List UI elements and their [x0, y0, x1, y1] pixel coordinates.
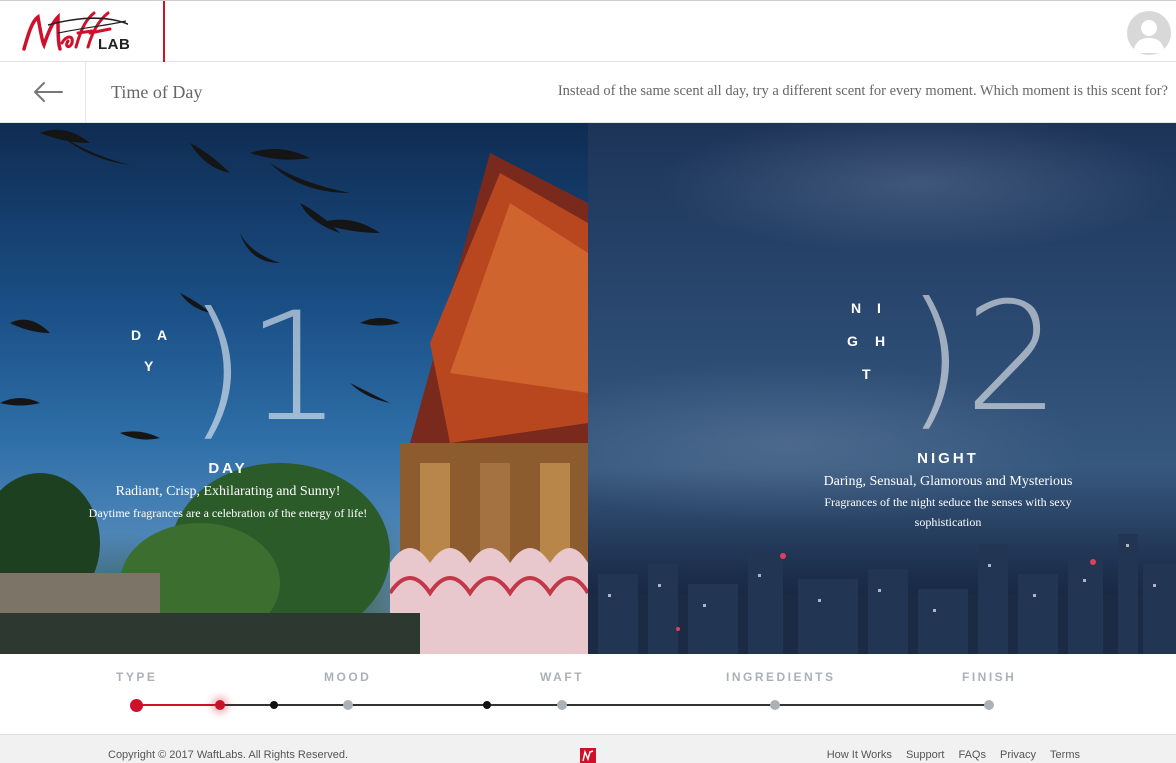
option-night-card[interactable]: N I G H T )2 NIGHT Daring, Sensual, Glam…	[588, 123, 1176, 654]
footer-links: How It Works Support FAQs Privacy Terms	[827, 749, 1080, 761]
night-letter-g: G	[847, 333, 860, 349]
night-subtitle: Daring, Sensual, Glamorous and Mysteriou…	[823, 474, 1073, 489]
step-label-waft[interactable]: WAFT	[540, 670, 584, 684]
back-button[interactable]	[0, 62, 86, 123]
night-description-line: Fragrances of the night seduce the sense…	[824, 495, 1072, 509]
step-label-type[interactable]: TYPE	[116, 670, 157, 684]
day-description: Daytime fragrances are a celebration of …	[88, 506, 368, 520]
arrow-left-icon	[34, 82, 63, 102]
day-letter-y: Y	[144, 358, 156, 374]
step-label-mood[interactable]: MOOD	[324, 670, 371, 684]
step-label-ingredients[interactable]: INGREDIENTS	[726, 670, 836, 684]
footer: Copyright © 2017 WaftLabs. All Rights Re…	[0, 734, 1176, 763]
night-letter-h: H	[875, 333, 888, 349]
page-title: Time of Day	[111, 82, 203, 102]
progress-track-active	[136, 704, 220, 706]
night-letter-i: I	[877, 300, 883, 316]
city-skyline-image	[588, 534, 1176, 654]
step-dot-type[interactable]	[130, 699, 143, 712]
day-number: )1	[188, 281, 342, 455]
step-dot-ingredients[interactable]	[770, 700, 780, 710]
night-letter-t: T	[862, 366, 873, 382]
user-avatar-icon[interactable]	[1127, 11, 1171, 55]
night-number: )2	[906, 271, 1060, 445]
logo-lab-text: LAB	[98, 36, 131, 53]
day-title: DAY	[208, 460, 248, 477]
trees-water-image	[0, 463, 420, 654]
night-letter-n: N	[851, 300, 864, 316]
step-instruction: Instead of the same scent all day, try a…	[557, 83, 1168, 99]
footer-link-terms[interactable]: Terms	[1050, 749, 1080, 761]
day-subtitle: Radiant, Crisp, Exhilarating and Sunny!	[115, 484, 341, 499]
step-dot-waft[interactable]	[557, 700, 567, 710]
step-dot-mood[interactable]	[343, 700, 353, 710]
night-title: NIGHT	[917, 450, 979, 467]
top-header: LAB	[0, 0, 1176, 62]
option-day-card[interactable]: D A Y )1 DAY Radiant, Crisp, Exhilaratin…	[0, 123, 588, 654]
footer-logo-icon[interactable]	[580, 748, 596, 763]
footer-link-how-it-works[interactable]: How It Works	[827, 749, 892, 761]
step-header: Time of Day Instead of the same scent al…	[0, 62, 1176, 123]
night-description: Fragrances of the night seduce the sense…	[798, 492, 1098, 532]
day-letter-a: A	[157, 327, 170, 343]
progress-steps: TYPE MOOD WAFT INGREDIENTS FINISH	[0, 654, 1176, 734]
step-dot-finish[interactable]	[984, 700, 994, 710]
day-letter-d: D	[131, 327, 144, 343]
footer-link-support[interactable]: Support	[906, 749, 945, 761]
copyright-text: Copyright © 2017 WaftLabs. All Rights Re…	[108, 749, 349, 761]
step-substep-dot	[483, 701, 491, 709]
step-substep-dot	[270, 701, 278, 709]
night-description-line: sophistication	[914, 515, 982, 529]
step-progress-marker	[215, 700, 225, 710]
waftlab-logo[interactable]: LAB	[0, 1, 165, 62]
footer-link-privacy[interactable]: Privacy	[1000, 749, 1036, 761]
step-label-finish[interactable]: FINISH	[962, 670, 1016, 684]
footer-link-faqs[interactable]: FAQs	[958, 749, 986, 761]
